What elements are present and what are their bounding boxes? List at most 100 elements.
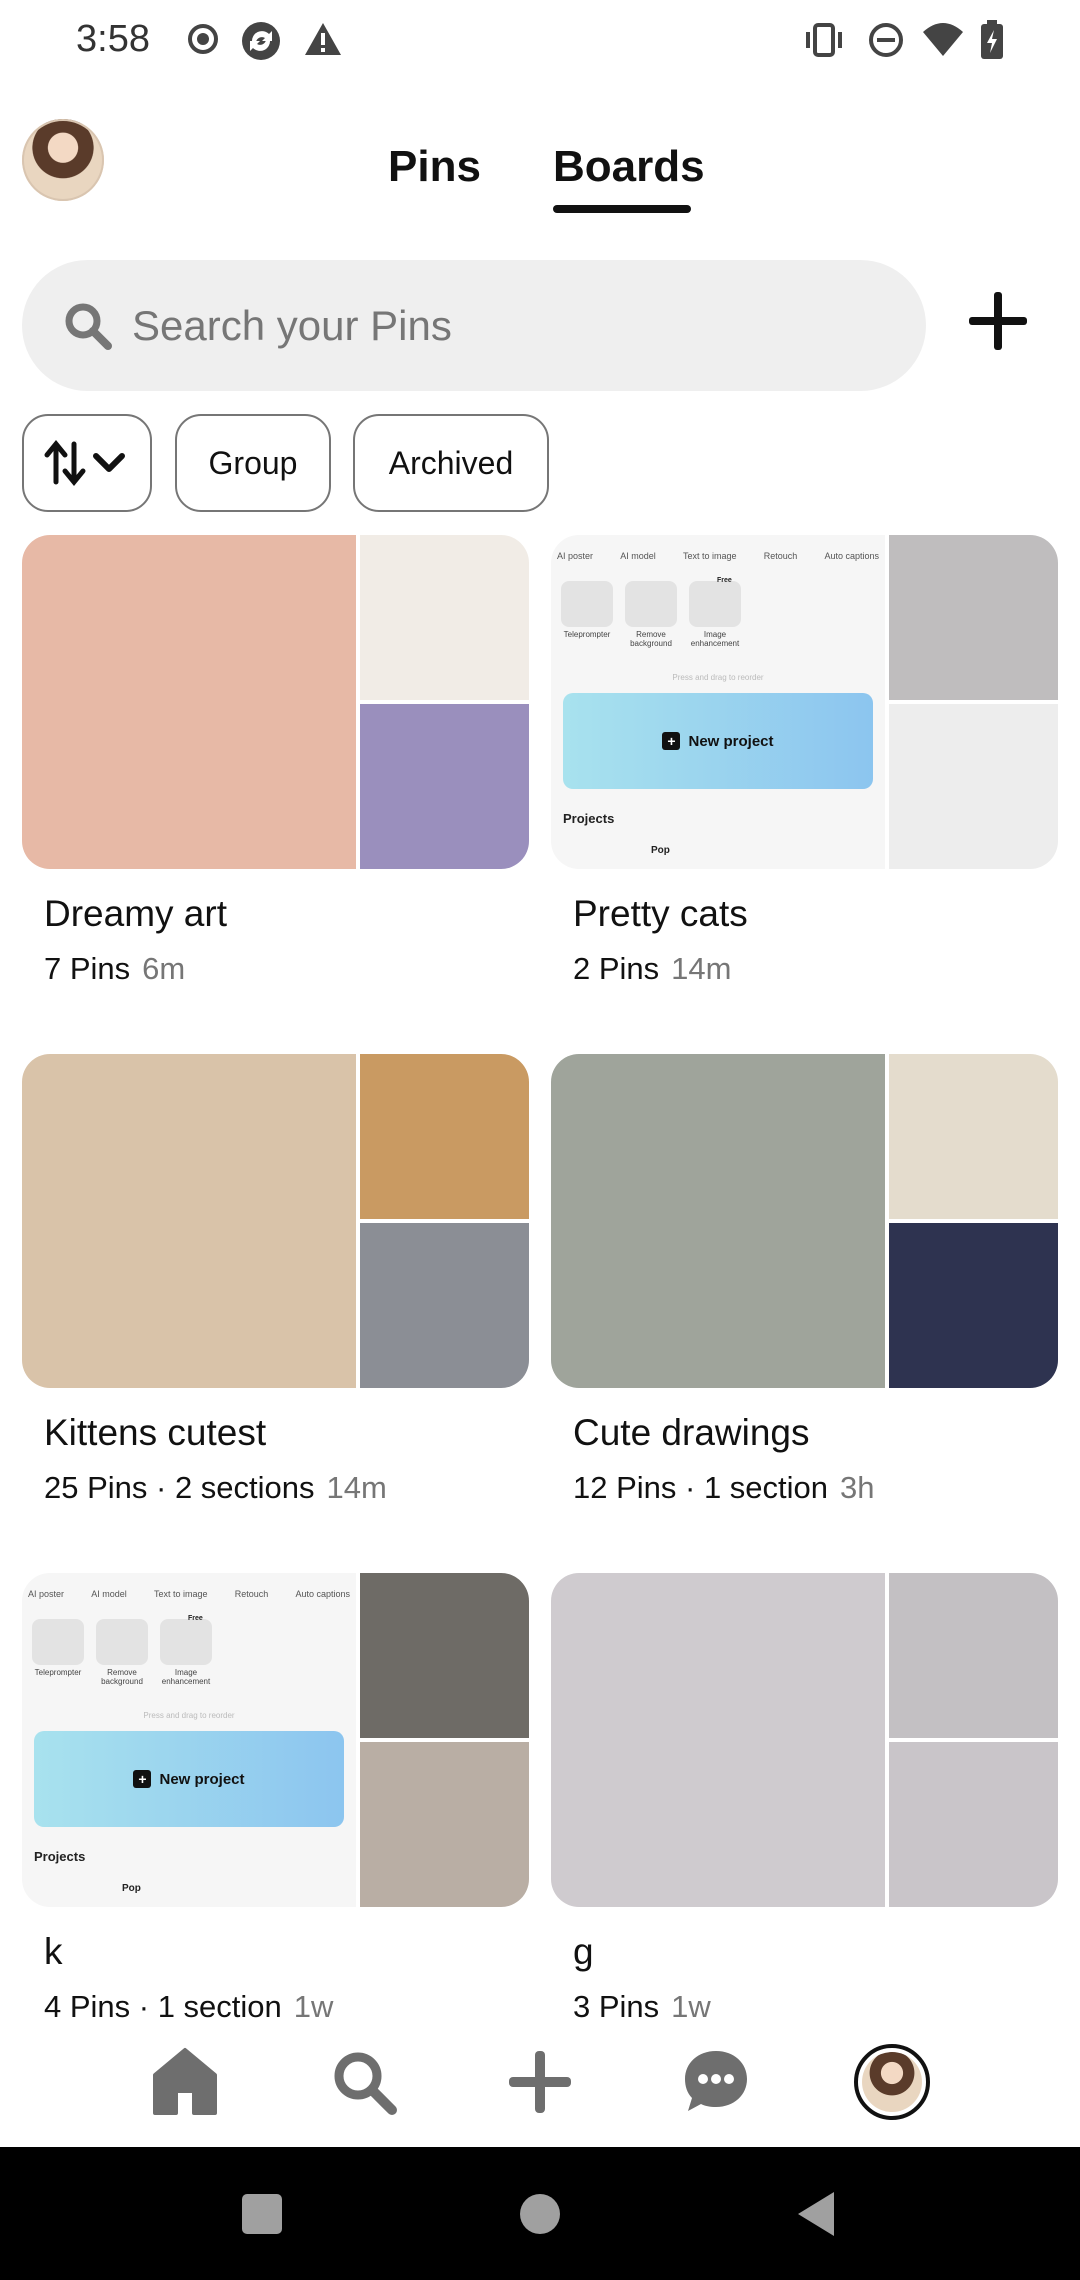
dnd-icon — [869, 23, 903, 57]
board-cover-thumb-top — [360, 1573, 529, 1738]
board-cover-thumb-top — [889, 1054, 1058, 1219]
screenshot-feature-label: Teleprompter — [34, 1668, 82, 1677]
screenshot-tool-label: Retouch — [763, 551, 798, 561]
profile-tab-avatar — [862, 2052, 922, 2112]
active-tab-indicator — [553, 205, 691, 213]
screenshot-tool-label: Auto captions — [295, 1589, 350, 1599]
screenshot-new-project-button: + New project — [34, 1731, 344, 1827]
board-updated-time: 1w — [671, 1989, 711, 2024]
screenshot-feature-label: Teleprompter — [563, 630, 611, 639]
screenshot-feature-icon — [96, 1619, 148, 1665]
board-updated-time: 3h — [840, 1470, 875, 1505]
board-updated-time: 14m — [671, 951, 732, 986]
screenshot-tool-label: Text to image — [153, 1589, 208, 1599]
recents-button[interactable] — [242, 2194, 282, 2234]
screenshot-pop-label: Pop — [122, 1883, 141, 1894]
screenshot-feature: Image enhancement — [158, 1619, 214, 1687]
board-cover[interactable]: AI poster AI model Text to image Retouch Aut… — [22, 1573, 529, 1907]
board-cover[interactable] — [22, 1054, 529, 1388]
board-meta: 25 Pins · 2 sections 14m — [44, 1470, 387, 1506]
screenshot-tool-label: AI model — [620, 551, 656, 561]
board-updated-time: 6m — [142, 951, 186, 986]
board-pin-count: 4 Pins · 1 section — [44, 1989, 282, 2024]
sort-button[interactable] — [22, 414, 152, 512]
add-board-button[interactable] — [963, 286, 1033, 356]
board-cover-thumb-bottom — [889, 1223, 1058, 1388]
board-title[interactable]: Cute drawings — [573, 1412, 810, 1454]
board-cover-thumb-bottom — [360, 704, 529, 869]
board-meta: 12 Pins · 1 section 3h — [573, 1470, 875, 1506]
screenshot-hint: Press and drag to reorder — [143, 1711, 235, 1720]
screenshot-feature: Teleprompter — [559, 581, 615, 640]
board-cover-main-image — [22, 1054, 356, 1388]
screenshot-plus-icon: + — [662, 732, 681, 750]
board-cover-thumb-bottom — [360, 1223, 529, 1388]
board-title[interactable]: g — [573, 1931, 594, 1973]
screenshot-feature: Remove background — [94, 1619, 150, 1687]
search-nav-icon[interactable] — [330, 2048, 398, 2116]
messages-icon[interactable] — [682, 2047, 750, 2115]
board-meta: 4 Pins · 1 section 1w — [44, 1989, 333, 2025]
create-icon[interactable] — [506, 2048, 574, 2116]
board-title[interactable]: Dreamy art — [44, 893, 227, 935]
board-pin-count: 25 Pins · 2 sections — [44, 1470, 315, 1505]
screenshot-feature: Teleprompter — [30, 1619, 86, 1678]
warning-icon — [305, 23, 341, 55]
home-icon[interactable] — [152, 2047, 218, 2117]
board-cover-thumb-top — [889, 535, 1058, 700]
sync-app-icon — [242, 22, 280, 60]
board-cover[interactable] — [551, 1573, 1058, 1907]
screenshot-tool-label: Text to image — [682, 551, 737, 561]
screenshot-hint: Press and drag to reorder — [672, 673, 764, 682]
tab-pins[interactable]: Pins — [388, 142, 481, 192]
board-cover-thumb-top — [889, 1573, 1058, 1738]
board-pin-count: 2 Pins — [573, 951, 660, 986]
filter-chip-group[interactable]: Group — [175, 414, 331, 512]
screenshot-tool-label: Retouch — [234, 1589, 269, 1599]
board-cover-thumb-bottom — [360, 1742, 529, 1907]
screenshot-projects-heading: Projects — [563, 811, 615, 826]
board-cover-thumb-bottom — [889, 704, 1058, 869]
board-updated-time: 1w — [293, 1989, 334, 2024]
screenshot-tools-row: AI poster AI model Text to image Retouch Aut… — [28, 1589, 350, 1599]
screenshot-feature-icon — [689, 581, 741, 627]
tab-boards[interactable]: Boards — [553, 142, 705, 192]
profile-tab[interactable] — [854, 2044, 930, 2120]
screenshot-feature-icon — [625, 581, 677, 627]
search-input[interactable] — [132, 298, 892, 354]
board-pin-count: 3 Pins — [573, 1989, 660, 2024]
screenshot-feature-icon — [32, 1619, 84, 1665]
home-button[interactable] — [520, 2194, 560, 2234]
board-title[interactable]: Kittens cutest — [44, 1412, 266, 1454]
board-cover[interactable] — [551, 1054, 1058, 1388]
profile-avatar[interactable] — [22, 119, 104, 201]
filter-chip-archived[interactable]: Archived — [353, 414, 549, 512]
board-updated-time: 14m — [326, 1470, 387, 1505]
screenshot-free-badge: Free — [717, 577, 732, 584]
board-cover-main-image — [551, 1054, 885, 1388]
board-cover[interactable]: AI poster AI model Text to image Retouch Aut… — [551, 535, 1058, 869]
wifi-icon — [923, 23, 963, 56]
screenshot-new-project-button: + New project — [563, 693, 873, 789]
back-button[interactable] — [796, 2190, 836, 2238]
screenshot-pop-label: Pop — [651, 845, 670, 856]
board-meta: 7 Pins 6m — [44, 951, 185, 987]
screenshot-new-project-label: New project — [159, 1770, 245, 1788]
board-cover-thumb-bottom — [889, 1742, 1058, 1907]
screenshot-new-project-label: New project — [688, 732, 774, 750]
screenshot-feature-icon — [160, 1619, 212, 1665]
screenshot-feature-label: Remove background — [101, 1668, 143, 1686]
board-cover-main-image — [551, 1573, 885, 1907]
screenshot-feature: Image enhancement — [687, 581, 743, 649]
board-title[interactable]: k — [44, 1931, 63, 1973]
board-pin-count: 12 Pins · 1 section — [573, 1470, 829, 1505]
screenshot-feature: Remove background — [623, 581, 679, 649]
board-pin-count: 7 Pins — [44, 951, 131, 986]
status-time: 3:58 — [76, 18, 150, 60]
screenshot-tool-label: AI poster — [28, 1589, 65, 1599]
board-title[interactable]: Pretty cats — [573, 893, 748, 935]
board-cover[interactable] — [22, 535, 529, 869]
sort-arrows-icon — [44, 440, 125, 486]
screenshot-tool-label: Auto captions — [824, 551, 879, 561]
battery-charging-icon — [981, 20, 1003, 59]
